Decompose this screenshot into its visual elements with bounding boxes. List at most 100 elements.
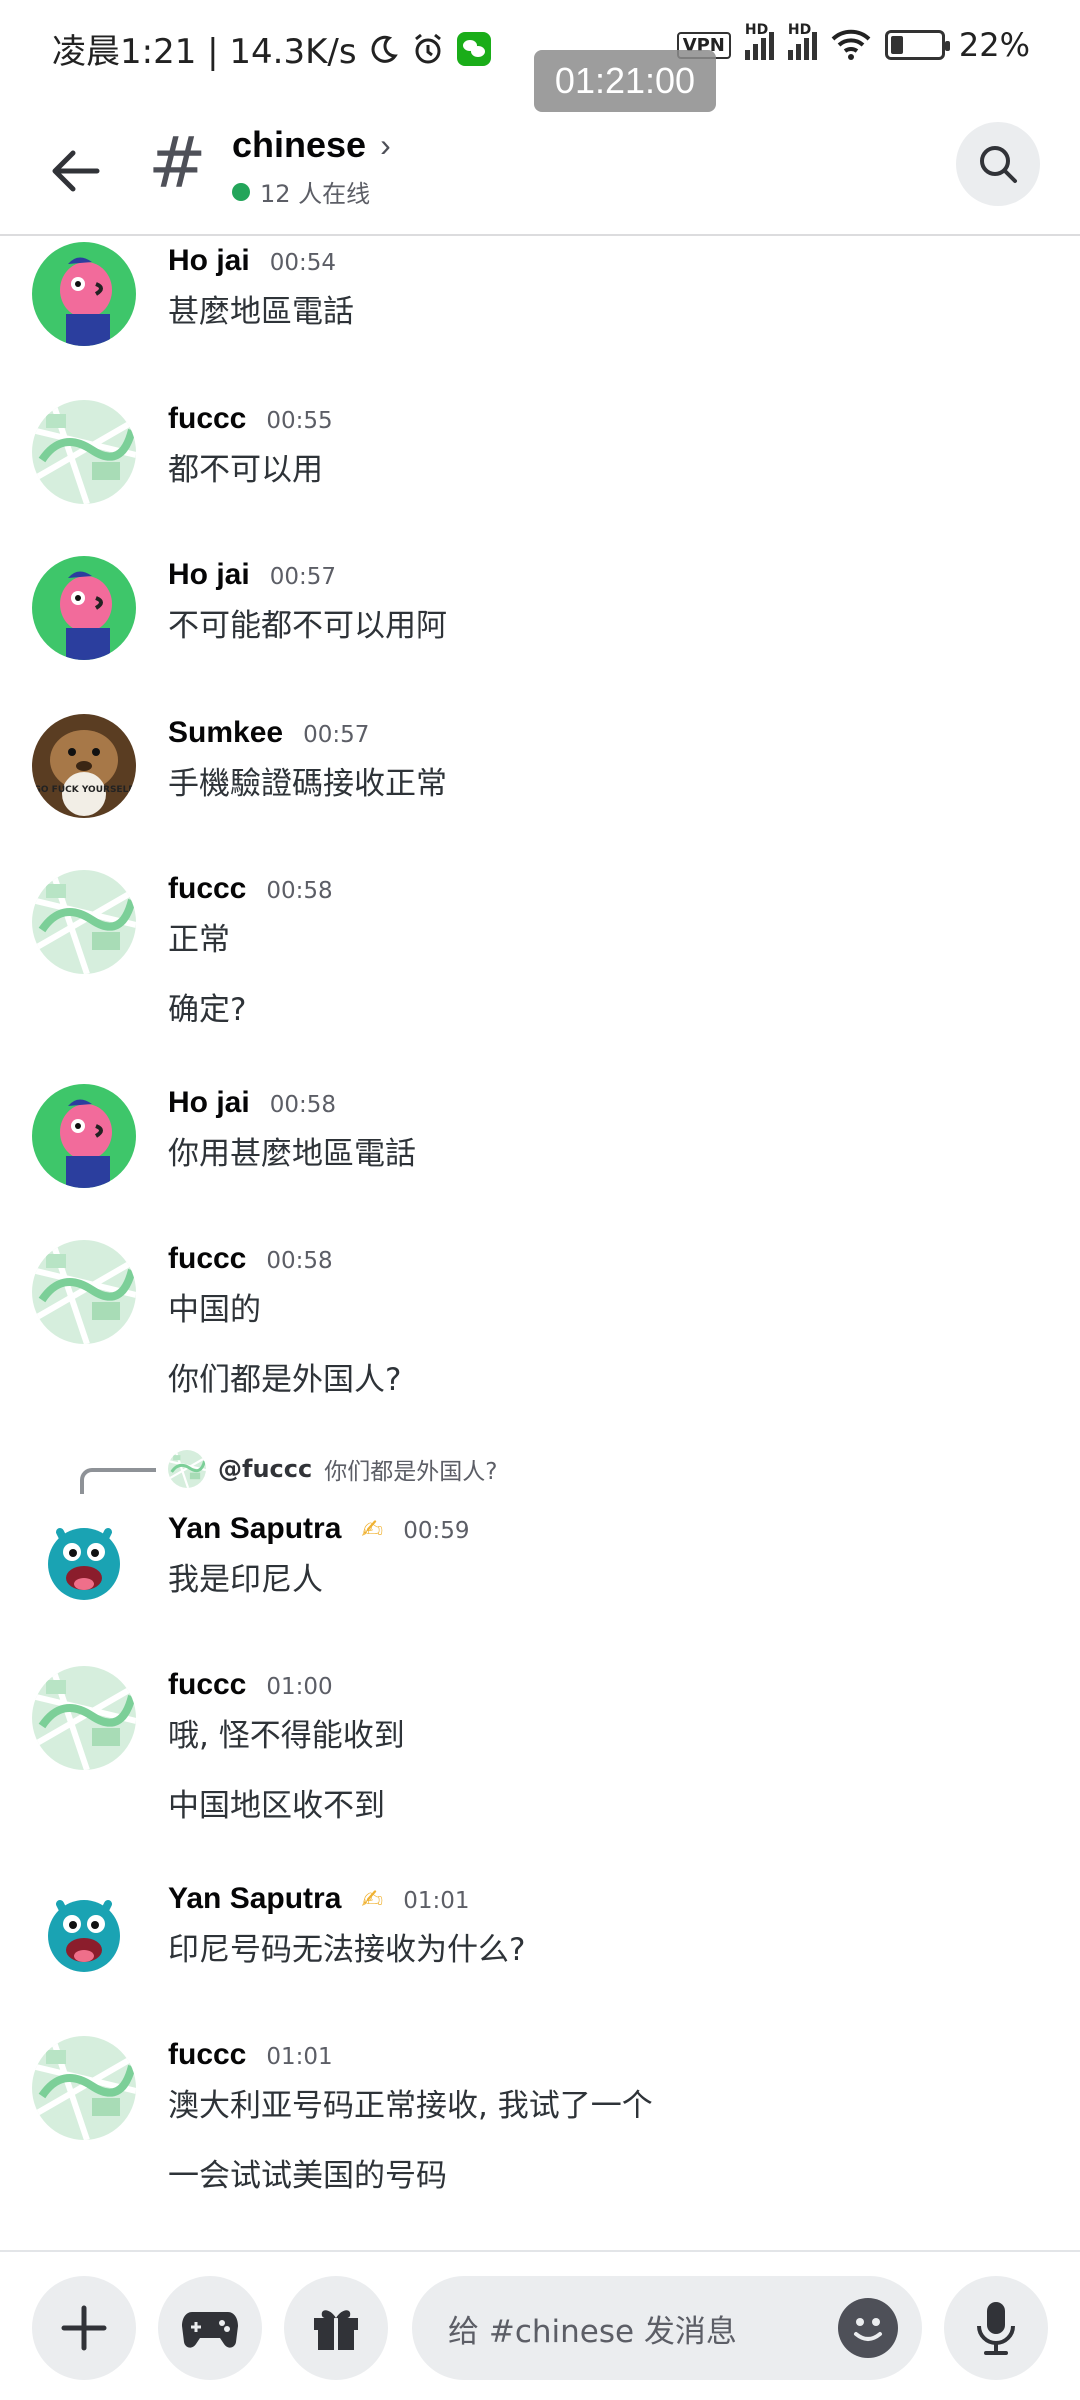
message-header: fuccc 00:58 — [168, 872, 333, 906]
plus-icon — [61, 2305, 107, 2351]
avatar[interactable] — [32, 556, 136, 660]
reply-avatar — [168, 1450, 206, 1488]
reply-spine — [80, 1468, 156, 1494]
message-header: Sumkee 00:57 — [168, 716, 369, 750]
reply-preview[interactable]: @fuccc 你们都是外国人? — [168, 1450, 497, 1488]
gift-button[interactable] — [284, 2276, 388, 2380]
avatar[interactable] — [32, 400, 136, 504]
battery-icon — [884, 30, 950, 60]
hand-emoji-icon: ✍ — [361, 1515, 384, 1545]
avatar[interactable] — [32, 1880, 136, 1984]
message-text: 确定? — [168, 992, 247, 1028]
author-name[interactable]: Ho jai — [168, 244, 250, 278]
author-name[interactable]: Yan Saputra — [168, 1882, 341, 1916]
composer-bar: 给 #chinese 发消息 — [0, 2250, 1080, 2400]
timestamp: 00:58 — [269, 1092, 336, 1118]
chevron-right-icon: › — [380, 126, 391, 163]
channel-header: # chinese › 12 人在线 — [0, 112, 1080, 236]
voice-button[interactable] — [944, 2276, 1048, 2380]
message-list[interactable]: Ho jai 00:54 甚麼地區電話 fuccc 00:55 都不可以用 Ho… — [0, 238, 1080, 2250]
message-header: Yan Saputra ✍ 00:59 — [168, 1512, 470, 1546]
moon-icon — [371, 35, 398, 63]
author-name[interactable]: fuccc — [168, 872, 246, 906]
hand-emoji-icon: ✍ — [361, 1885, 384, 1915]
alarm-icon — [414, 33, 441, 63]
message-text: 手機驗證碼接收正常 — [168, 766, 447, 802]
message-header: Yan Saputra ✍ 01:01 — [168, 1882, 470, 1916]
add-button[interactable] — [32, 2276, 136, 2380]
author-name[interactable]: fuccc — [168, 1668, 246, 1702]
message-text: 我是印尼人 — [168, 1562, 323, 1598]
timestamp: 00:59 — [403, 1518, 470, 1544]
avatar[interactable] — [32, 1084, 136, 1188]
timestamp: 00:55 — [266, 408, 333, 434]
search-button[interactable] — [956, 122, 1040, 206]
avatar-sign-text: GO FUCK YOURSELF — [34, 785, 135, 795]
timestamp: 00:58 — [266, 1248, 333, 1274]
avatar[interactable] — [32, 1240, 136, 1344]
reply-author: @fuccc — [218, 1455, 313, 1483]
message-header: Ho jai 00:57 — [168, 558, 336, 592]
gamepad-icon — [182, 2312, 238, 2348]
activities-button[interactable] — [158, 2276, 262, 2380]
message-text: 你们都是外国人? — [168, 1362, 402, 1398]
message-input-placeholder: 给 #chinese 发消息 — [448, 2313, 737, 2350]
status-right: VPN HD HD 22% — [676, 22, 1030, 64]
avatar[interactable] — [32, 1666, 136, 1770]
message-header: Ho jai 00:58 — [168, 1086, 336, 1120]
author-name[interactable]: Sumkee — [168, 716, 283, 750]
emoji-button[interactable] — [838, 2298, 898, 2358]
author-name[interactable]: fuccc — [168, 402, 246, 436]
timestamp: 01:00 — [266, 1674, 333, 1700]
message-text: 都不可以用 — [168, 452, 323, 488]
arrow-left-icon — [52, 150, 100, 192]
reply-text: 你们都是外国人? — [324, 1459, 498, 1485]
wifi-icon — [831, 29, 871, 60]
message-text: 甚麼地區電話 — [168, 294, 354, 330]
message-header: fuccc 00:55 — [168, 402, 333, 436]
author-name[interactable]: fuccc — [168, 2038, 246, 2072]
avatar[interactable] — [32, 1508, 136, 1612]
hash-icon: # — [148, 122, 207, 204]
message-input[interactable]: 给 #chinese 发消息 — [412, 2276, 922, 2380]
timestamp: 01:01 — [266, 2044, 333, 2070]
timestamp: 00:54 — [269, 250, 336, 276]
battery-percent: 22% — [958, 26, 1030, 64]
online-dot-icon — [232, 182, 250, 201]
microphone-icon — [977, 2302, 1015, 2355]
smiley-icon — [854, 2318, 882, 2341]
message-text: 中国的 — [168, 1292, 261, 1328]
avatar[interactable] — [32, 2036, 136, 2140]
message-text: 印尼号码无法接收为什么? — [168, 1932, 526, 1968]
message-header: fuccc 00:58 — [168, 1242, 333, 1276]
message-header: Ho jai 00:54 — [168, 244, 336, 278]
online-status: 12 人在线 — [232, 174, 370, 209]
timestamp: 00:58 — [266, 878, 333, 904]
message-text: 正常 — [168, 922, 230, 958]
avatar[interactable]: GO FUCK YOURSELF — [32, 714, 136, 818]
wechat-icon — [456, 31, 491, 66]
author-name[interactable]: Yan Saputra — [168, 1512, 341, 1546]
time-overlay: 01:21:00 — [534, 50, 716, 112]
author-name[interactable]: fuccc — [168, 1242, 246, 1276]
message-text: 哦, 怪不得能收到 — [168, 1718, 405, 1754]
message-text: 澳大利亚号码正常接收, 我试了一个 — [168, 2088, 653, 2124]
search-icon — [980, 146, 1017, 183]
message-text: 中国地区收不到 — [168, 1788, 385, 1824]
author-name[interactable]: Ho jai — [168, 558, 250, 592]
timestamp: 01:01 — [403, 1888, 470, 1914]
timestamp: 00:57 — [269, 564, 336, 590]
message-header: fuccc 01:01 — [168, 2038, 333, 2072]
channel-title[interactable]: chinese › — [232, 124, 391, 166]
signal-icon-2: HD — [787, 22, 817, 60]
avatar[interactable] — [32, 242, 136, 346]
back-button[interactable] — [40, 136, 110, 206]
timestamp: 00:57 — [303, 722, 370, 748]
author-name[interactable]: Ho jai — [168, 1086, 250, 1120]
message-text: 你用甚麼地區電話 — [168, 1136, 416, 1172]
status-left: 凌晨1:21 | 14.3K/s — [52, 24, 491, 73]
status-time-speed: 凌晨1:21 | 14.3K/s — [52, 32, 357, 72]
avatar[interactable] — [32, 870, 136, 974]
message-text: 一会试试美国的号码 — [168, 2158, 447, 2194]
gift-icon — [314, 2310, 358, 2350]
